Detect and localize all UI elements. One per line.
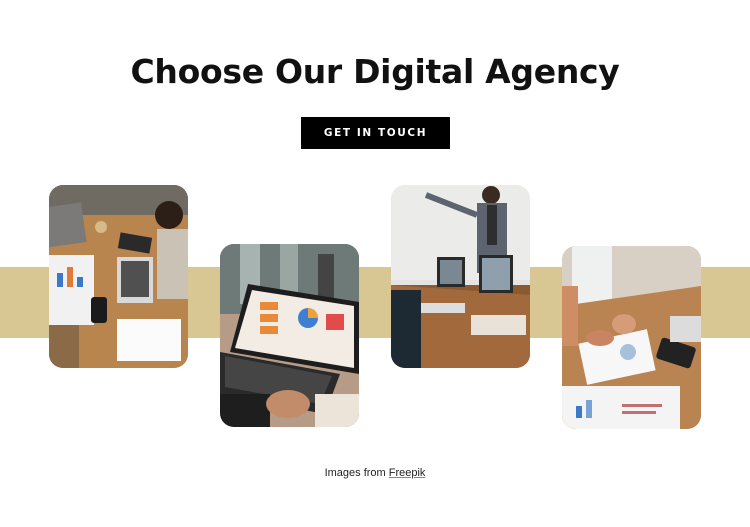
image-credit: Images from Freepik bbox=[0, 467, 750, 479]
page-title: Choose Our Digital Agency bbox=[130, 52, 620, 91]
team-meeting-photo bbox=[49, 185, 188, 368]
credit-text: Images from bbox=[324, 467, 389, 479]
charts-review-photo bbox=[562, 246, 701, 429]
presentation-photo bbox=[391, 185, 530, 368]
laptop-dashboard-photo bbox=[220, 244, 359, 427]
get-in-touch-button[interactable]: GET IN TOUCH bbox=[301, 117, 450, 149]
freepik-link[interactable]: Freepik bbox=[389, 467, 426, 479]
